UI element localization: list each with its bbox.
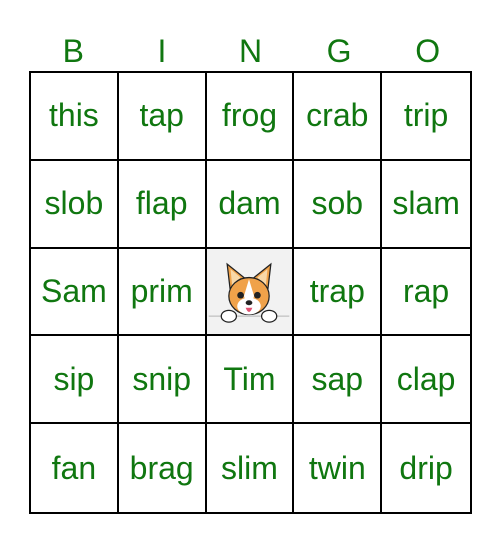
bingo-cell[interactable]: this — [31, 73, 119, 161]
bingo-cell[interactable]: fan — [31, 424, 119, 512]
bingo-cell[interactable]: trap — [294, 248, 383, 337]
bingo-cell[interactable]: rap — [382, 249, 470, 337]
bingo-cell[interactable]: frog — [206, 73, 295, 161]
bingo-cell[interactable]: Sam — [31, 248, 119, 337]
bingo-cell[interactable]: snip — [118, 336, 207, 425]
header-letter-b: B — [62, 33, 84, 69]
bingo-cell[interactable]: sob — [294, 160, 383, 249]
bingo-cell[interactable]: flap — [118, 160, 207, 249]
bingo-cell[interactable]: slam — [382, 161, 470, 249]
bingo-cell[interactable]: crab — [294, 73, 383, 161]
bingo-cell[interactable]: brag — [119, 424, 207, 512]
bingo-header: B I N G O — [29, 30, 472, 72]
corgi-dog-icon — [209, 263, 290, 324]
bingo-cell[interactable]: trip — [382, 73, 470, 161]
free-space-cell[interactable] — [206, 248, 295, 337]
bingo-cell[interactable]: clap — [382, 336, 470, 425]
bingo-cell[interactable]: tap — [118, 73, 207, 161]
bingo-cell[interactable]: sip — [31, 336, 119, 425]
header-letter-o: O — [415, 33, 441, 69]
bingo-cell[interactable]: twin — [294, 424, 383, 512]
bingo-cell[interactable]: slob — [31, 160, 119, 249]
bingo-cell[interactable]: dam — [206, 160, 295, 249]
bingo-cell[interactable]: sap — [294, 336, 383, 425]
header-letter-g: G — [326, 33, 352, 69]
bingo-card: this tap frog crab trip slob flap dam so… — [29, 71, 472, 514]
bingo-cell[interactable]: drip — [382, 424, 470, 512]
bingo-cell[interactable]: slim — [207, 424, 295, 512]
header-letter-n: N — [238, 33, 263, 69]
bingo-cell[interactable]: prim — [118, 248, 207, 337]
bingo-cell[interactable]: Tim — [206, 336, 295, 425]
header-letter-i: I — [157, 33, 167, 69]
